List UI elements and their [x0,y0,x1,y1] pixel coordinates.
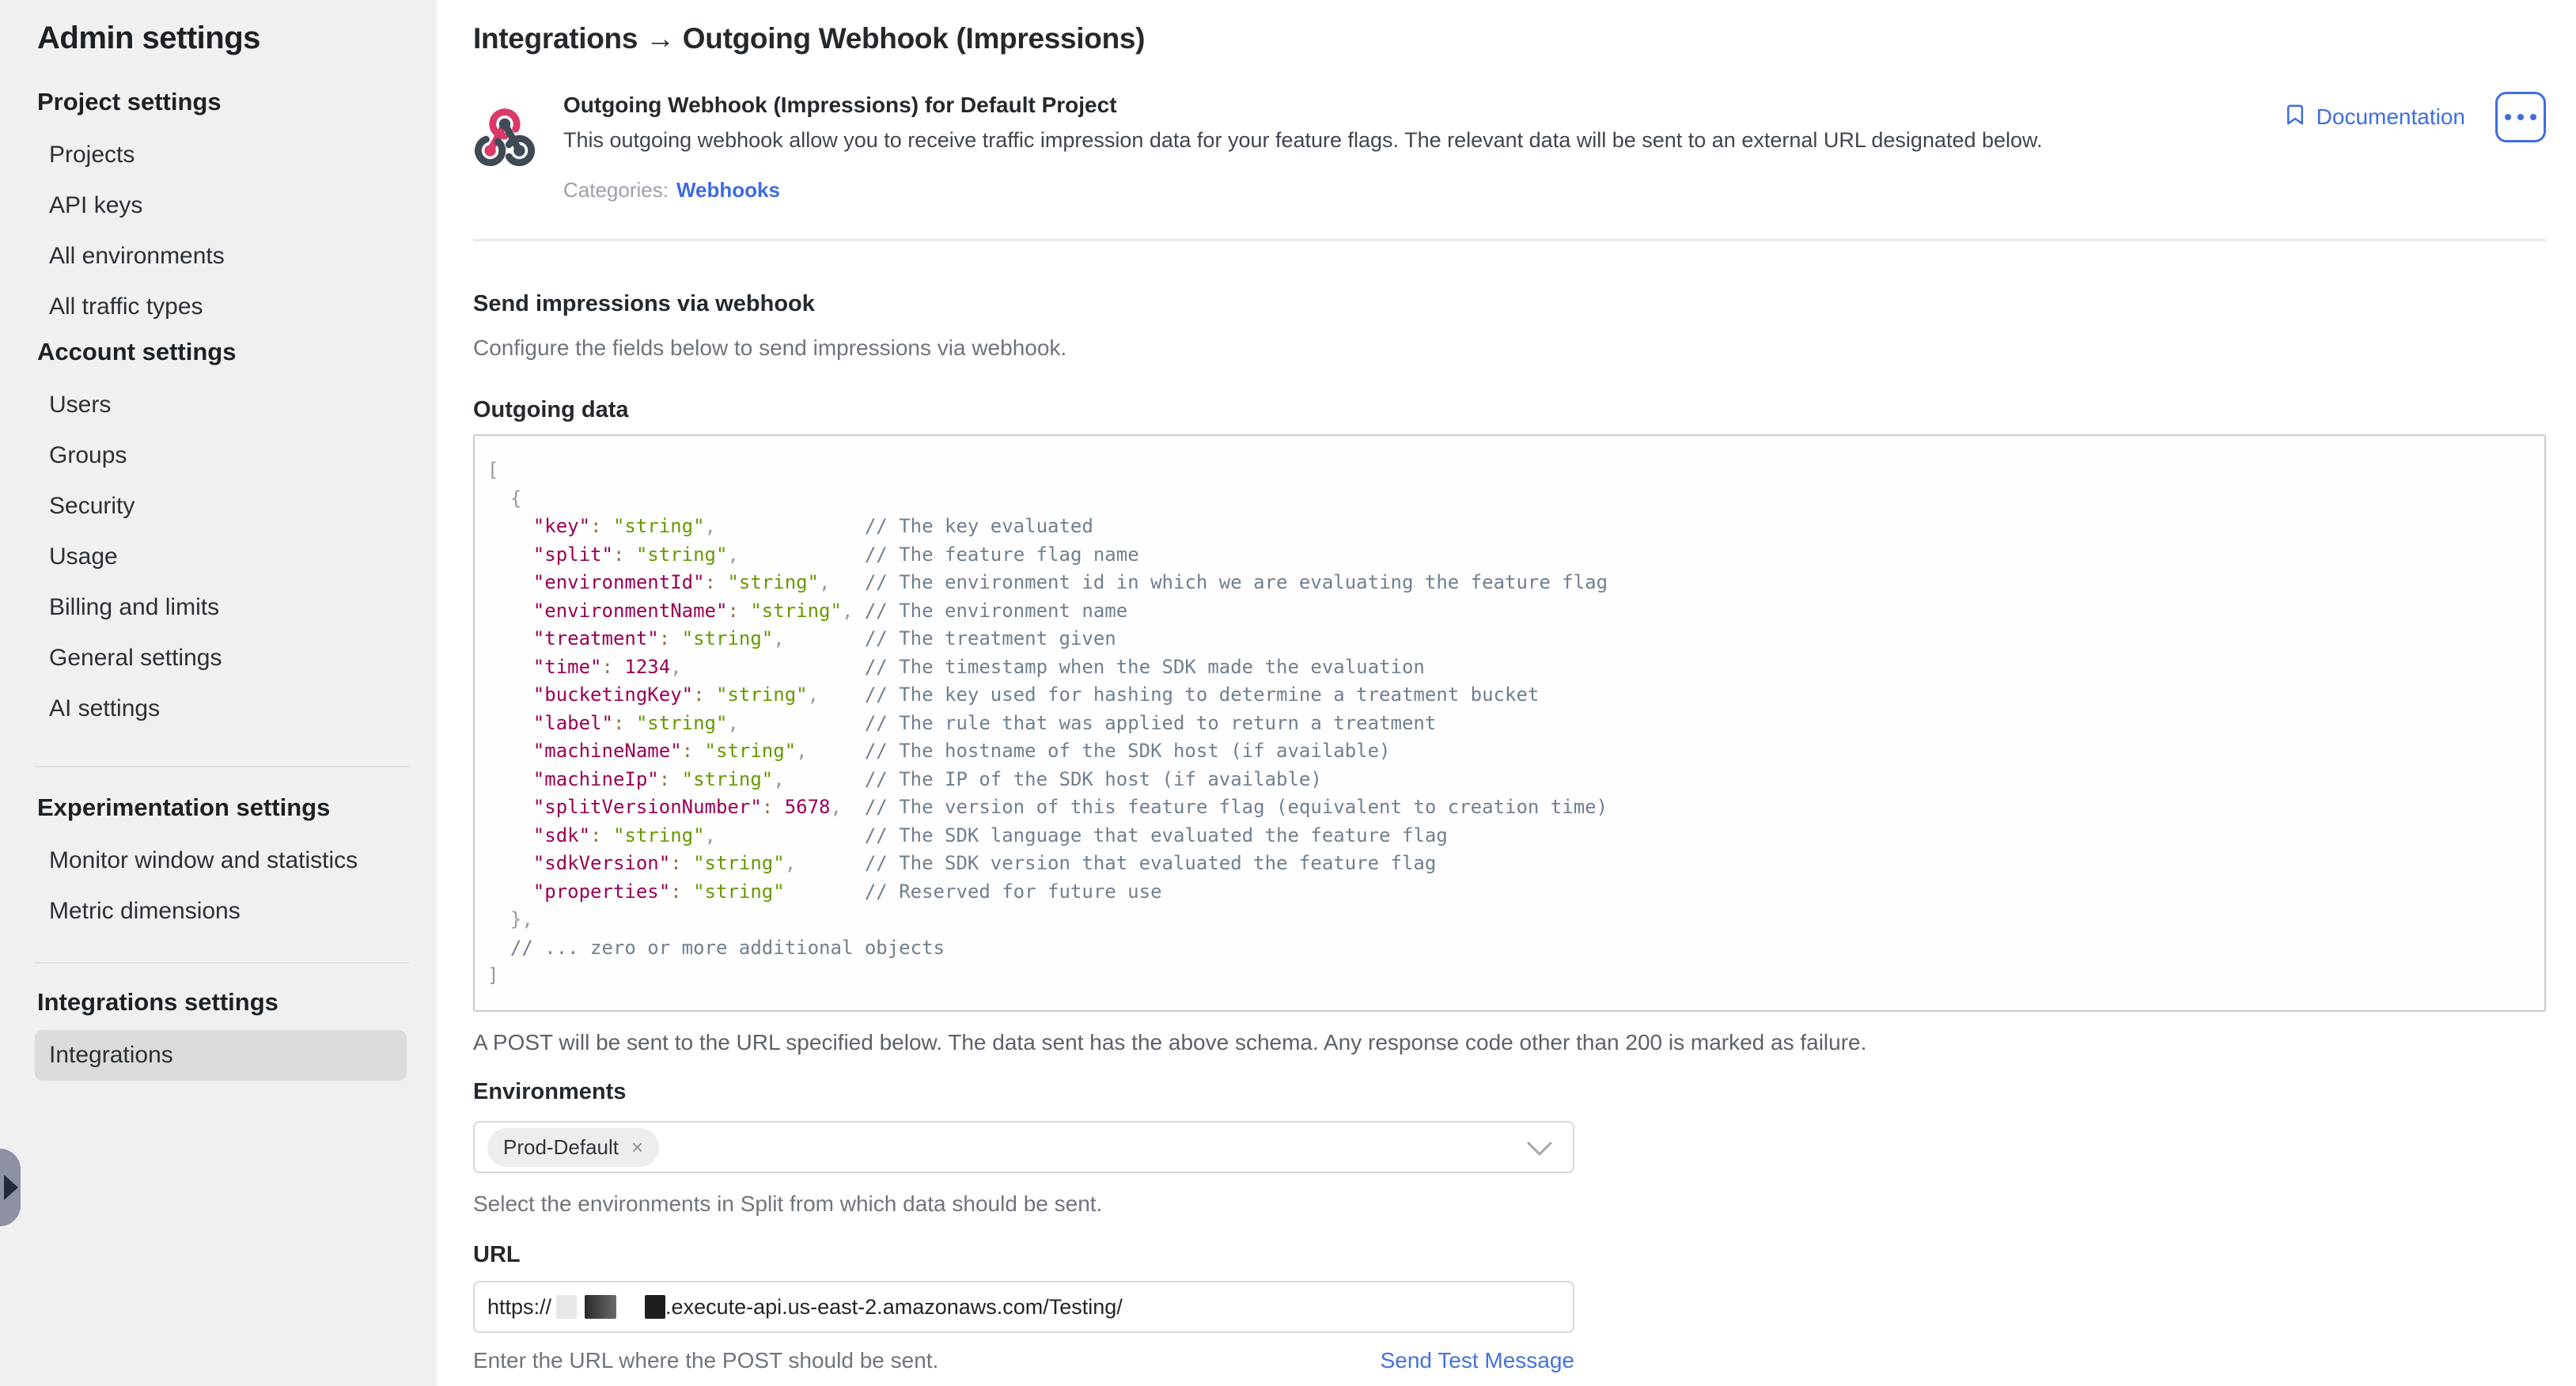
url-value-prefix: https:// [487,1295,551,1320]
sidebar-item-api-keys[interactable]: API keys [35,180,407,231]
code-json: [ { "key": "string", // The key evaluate… [487,456,2529,990]
documentation-label: Documentation [2317,104,2465,130]
webhook-icon [473,103,536,169]
environment-tag: Prod-Default × [487,1128,659,1167]
integrations-settings-list: Integrations [37,1030,437,1081]
url-label: URL [473,1241,2546,1268]
header-actions: Documentation [2283,92,2546,142]
project-settings-list: Projects API keys All environments All t… [37,130,437,332]
integration-card: Outgoing Webhook (Impressions) for Defau… [473,92,2546,203]
sidebar-item-users[interactable]: Users [35,380,407,430]
environments-helper: Select the environments in Split from wh… [473,1191,2546,1217]
url-helper: Enter the URL where the POST should be s… [473,1347,938,1374]
redaction-block [556,1295,577,1319]
main-content: Integrations → Outgoing Webhook (Impress… [437,0,2576,1386]
category-link-webhooks[interactable]: Webhooks [676,178,780,202]
section-subheading: Configure the fields below to send impre… [473,335,2546,362]
sidebar-item-security[interactable]: Security [35,481,407,532]
sidebar-title: Admin settings [37,21,437,55]
outgoing-data-label: Outgoing data [473,396,2546,423]
section-label-integrations-settings: Integrations settings [37,989,437,1016]
outgoing-data-schema: [ { "key": "string", // The key evaluate… [473,434,2546,1012]
chevron-down-icon [1525,1140,1554,1161]
section-label-account-settings: Account settings [37,339,437,365]
bookmark-icon [2283,102,2307,133]
post-note: A POST will be sent to the URL specified… [473,1029,2546,1056]
integration-description: This outgoing webhook allow you to recei… [563,127,2043,153]
environments-select[interactable]: Prod-Default × [473,1121,1574,1173]
breadcrumb: Integrations → Outgoing Webhook (Impress… [473,21,2546,57]
account-settings-list: Users Groups Security Usage Billing and … [37,380,437,734]
sidebar-item-general-settings[interactable]: General settings [35,633,407,684]
sidebar-item-billing-and-limits[interactable]: Billing and limits [35,582,407,633]
section-label-project-settings: Project settings [37,89,437,116]
chevron-right-icon [4,1175,18,1200]
sidebar-collapse-handle[interactable] [0,1149,21,1226]
sidebar-item-monitor-window[interactable]: Monitor window and statistics [35,835,407,886]
ellipsis-icon [2505,114,2511,120]
sidebar-item-groups[interactable]: Groups [35,430,407,481]
environment-tag-label: Prod-Default [503,1135,619,1160]
sidebar-item-all-traffic-types[interactable]: All traffic types [35,282,407,332]
sidebar-item-ai-settings[interactable]: AI settings [35,684,407,734]
categories-label: Categories: [563,178,669,202]
section-divider [473,239,2546,241]
section-heading: Send impressions via webhook [473,290,2546,317]
environments-label: Environments [473,1078,2546,1105]
sidebar-item-integrations[interactable]: Integrations [35,1030,407,1081]
section-label-experimentation-settings: Experimentation settings [37,794,437,821]
sidebar-item-projects[interactable]: Projects [35,130,407,180]
remove-tag-icon[interactable]: × [631,1137,643,1157]
admin-sidebar: Admin settings Project settings Projects… [0,0,437,1386]
url-input[interactable]: https:// .execute-api.us-east-2.amazonaws… [473,1281,1574,1333]
url-value-suffix: .execute-api.us-east-2.amazonaws.com/Tes… [665,1295,1123,1320]
sidebar-item-all-environments[interactable]: All environments [35,231,407,282]
more-options-button[interactable] [2495,92,2546,142]
sidebar-divider [35,962,409,964]
send-test-message-link[interactable]: Send Test Message [1381,1348,1574,1373]
experimentation-settings-list: Monitor window and statistics Metric dim… [37,835,437,937]
sidebar-item-metric-dimensions[interactable]: Metric dimensions [35,886,407,937]
sidebar-divider [35,766,409,767]
redaction-block [585,1295,616,1319]
integration-title: Outgoing Webhook (Impressions) for Defau… [563,92,2043,119]
documentation-link[interactable]: Documentation [2283,102,2465,133]
sidebar-item-usage[interactable]: Usage [35,532,407,582]
redaction-block [645,1295,665,1319]
